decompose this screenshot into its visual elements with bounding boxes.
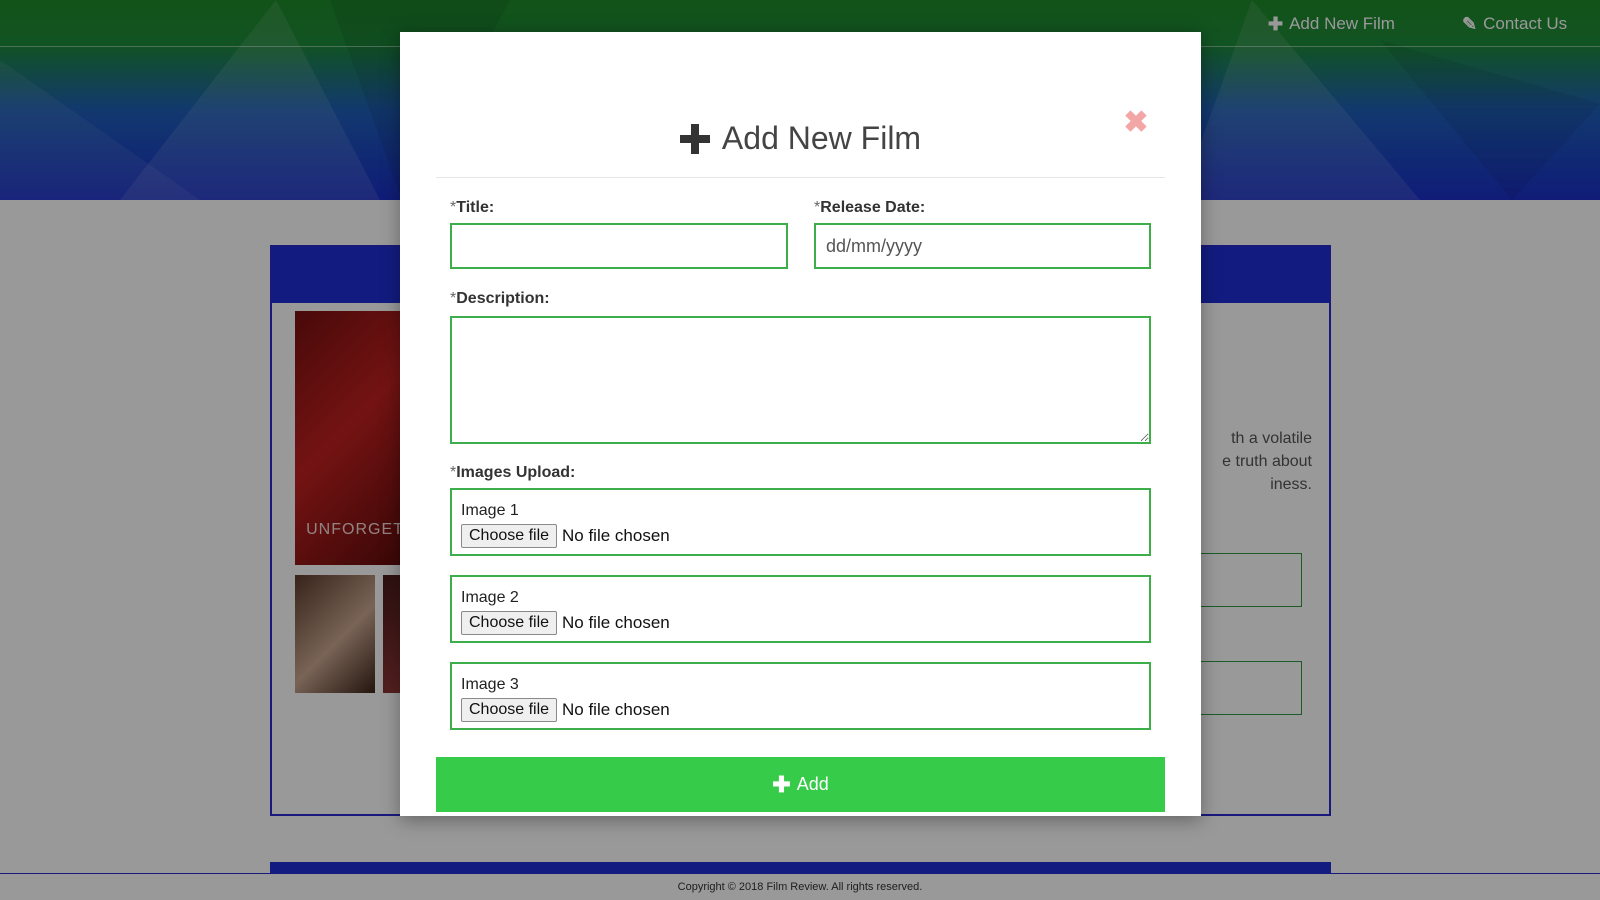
- title-label: *Title:: [450, 199, 494, 217]
- choose-file-button-3[interactable]: Choose file: [461, 698, 558, 722]
- release-date-input[interactable]: [814, 223, 1151, 269]
- image-1-label: Image 1: [461, 502, 519, 519]
- image-2-label: Image 2: [461, 589, 519, 606]
- description-textarea[interactable]: [450, 316, 1151, 444]
- description-label-text: Description:: [456, 290, 550, 307]
- choose-file-button-2[interactable]: Choose file: [461, 611, 558, 635]
- modal-title-text: Add New Film: [721, 120, 922, 156]
- images-upload-label: *Images Upload:: [450, 464, 575, 482]
- release-date-label: *Release Date:: [814, 199, 925, 217]
- image-upload-2: Image 2 Choose file No file chosen: [450, 575, 1151, 643]
- title-input[interactable]: [450, 223, 788, 269]
- plus-icon: ✚: [772, 771, 791, 797]
- file-status-2: No file chosen: [562, 613, 670, 632]
- image-upload-3: Image 3 Choose file No file chosen: [450, 662, 1151, 730]
- modal-title: Add New Film: [400, 120, 1201, 157]
- image-3-label: Image 3: [461, 676, 519, 693]
- plus-icon: [679, 123, 710, 154]
- file-status-3: No file chosen: [562, 700, 670, 719]
- add-film-button[interactable]: ✚ Add: [436, 757, 1165, 812]
- image-upload-1: Image 1 Choose file No file chosen: [450, 488, 1151, 556]
- description-label: *Description:: [450, 290, 550, 308]
- choose-file-button-1[interactable]: Choose file: [461, 524, 558, 548]
- close-icon[interactable]: ✖: [1122, 108, 1150, 138]
- file-status-1: No file chosen: [562, 526, 670, 545]
- add-button-label: Add: [796, 774, 829, 794]
- add-film-modal: Add New Film ✖ *Title: *Release Date: *D…: [400, 32, 1201, 816]
- release-date-label-text: Release Date:: [820, 199, 926, 216]
- images-upload-label-text: Images Upload:: [456, 464, 576, 481]
- modal-divider: [436, 177, 1165, 178]
- title-label-text: Title:: [456, 199, 495, 216]
